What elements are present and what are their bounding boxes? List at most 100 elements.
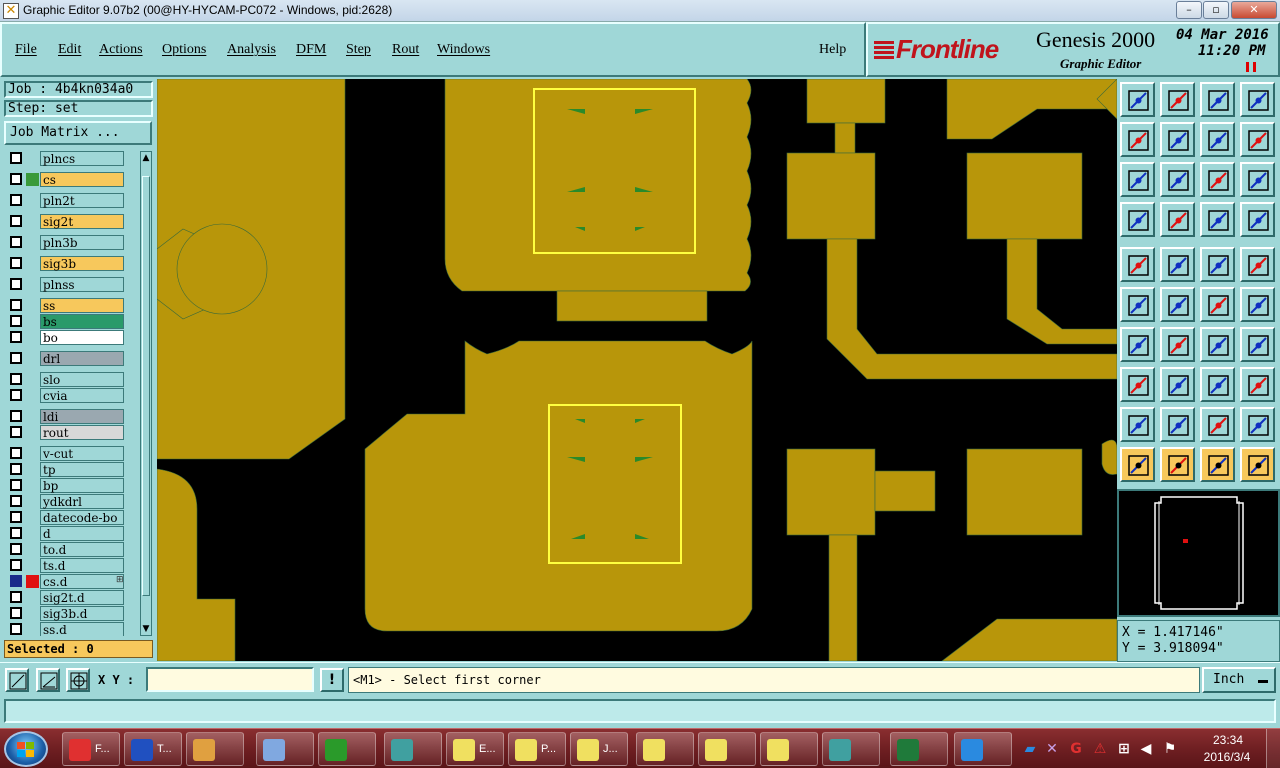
zoom-fit-tool[interactable]: [1120, 162, 1155, 197]
overview-map[interactable]: [1117, 489, 1280, 617]
grid-mode-button[interactable]: [66, 668, 90, 692]
layer-name[interactable]: slo: [40, 372, 124, 387]
filter-red-tool[interactable]: [1240, 202, 1275, 237]
layer-name[interactable]: ss.d: [40, 622, 124, 636]
layer-row-sig3b-d[interactable]: sig3b.d: [4, 606, 140, 621]
clock-date[interactable]: 2016/3/4: [1196, 750, 1258, 764]
zoom-in-tool[interactable]: [1160, 82, 1195, 117]
arch-tool[interactable]: [1200, 407, 1235, 442]
layer-checkbox[interactable]: [10, 410, 22, 422]
help-tool[interactable]: [1240, 162, 1275, 197]
taskbar-item[interactable]: [186, 732, 244, 766]
resize-tool[interactable]: [1200, 367, 1235, 402]
menu-dfm[interactable]: DFM: [296, 42, 326, 58]
layer-checkbox[interactable]: [10, 389, 22, 401]
snapshot-tool[interactable]: [1120, 247, 1155, 282]
line-tool[interactable]: [1120, 327, 1155, 362]
layer-row-ss-d[interactable]: ss.d: [4, 622, 140, 636]
select-circle-tool[interactable]: [1200, 447, 1235, 482]
taskbar-item[interactable]: [890, 732, 948, 766]
layer-row-ss[interactable]: ss: [4, 298, 140, 313]
filter-tool[interactable]: [1200, 202, 1235, 237]
network-icon[interactable]: ⊞: [1116, 741, 1132, 757]
taskbar-item[interactable]: [760, 732, 818, 766]
angle-tool[interactable]: [1240, 407, 1275, 442]
select-path-tool[interactable]: [1240, 447, 1275, 482]
layer-checkbox[interactable]: [10, 278, 22, 290]
menu-actions[interactable]: Actions: [99, 42, 143, 58]
zoom-center-tool[interactable]: [1160, 162, 1195, 197]
pad-edit-tool[interactable]: [1120, 367, 1155, 402]
menu-edit[interactable]: Edit: [58, 42, 81, 58]
layer-checkbox[interactable]: [10, 607, 22, 619]
undo-tool[interactable]: [1200, 122, 1235, 157]
frontline-tray-icon[interactable]: ▰: [1022, 741, 1038, 757]
layer-name[interactable]: ydkdrl: [40, 494, 124, 509]
graphic-canvas[interactable]: [157, 79, 1117, 661]
layer-name[interactable]: bp: [40, 478, 124, 493]
layer-checkbox[interactable]: [10, 463, 22, 475]
taskbar-item[interactable]: J...: [570, 732, 628, 766]
layer-row-sig2t[interactable]: sig2t: [4, 214, 140, 229]
layer-checkbox[interactable]: [10, 479, 22, 491]
ruler-tool[interactable]: [1120, 202, 1155, 237]
layer-checkbox[interactable]: [10, 215, 22, 227]
layer-checkbox[interactable]: [10, 559, 22, 571]
xy-input[interactable]: [146, 667, 314, 692]
layer-name[interactable]: sig3b.d: [40, 606, 124, 621]
layer-name[interactable]: rout: [40, 425, 124, 440]
select-arrow-tool[interactable]: [1120, 447, 1155, 482]
snap-mode-button[interactable]: [5, 668, 29, 692]
layer-checkbox[interactable]: [10, 447, 22, 459]
layer-row-rout[interactable]: rout: [4, 425, 140, 440]
layer-name[interactable]: bo: [40, 330, 124, 345]
layer-checkbox[interactable]: [10, 299, 22, 311]
layer-row-datecode-bo[interactable]: datecode-bo: [4, 510, 140, 525]
tray-warning-icon[interactable]: ⚠: [1092, 741, 1108, 757]
layer-checkbox[interactable]: [10, 426, 22, 438]
layer-name[interactable]: tp: [40, 462, 124, 477]
show-desktop-button[interactable]: [1266, 729, 1280, 768]
layer-row-pln2t[interactable]: pln2t: [4, 193, 140, 208]
arc-tool[interactable]: [1200, 327, 1235, 362]
menu-windows[interactable]: Windows: [437, 42, 490, 58]
layer-row-drl[interactable]: drl: [4, 351, 140, 366]
layer-row-v-cut[interactable]: v-cut: [4, 446, 140, 461]
layer-name[interactable]: ss: [40, 298, 124, 313]
units-dropdown[interactable]: Inch: [1202, 667, 1276, 693]
layer-name[interactable]: ldi: [40, 409, 124, 424]
window-title-bar[interactable]: ✕ Graphic Editor 9.07b2 (00@HY-HYCAM-PC0…: [0, 0, 1280, 22]
layer-name[interactable]: plncs: [40, 151, 124, 166]
menu-help[interactable]: Help: [819, 42, 846, 58]
taskbar-item[interactable]: [636, 732, 694, 766]
volume-icon[interactable]: ◀: [1138, 741, 1154, 757]
taskbar-item[interactable]: [698, 732, 756, 766]
ratio-tool[interactable]: [1200, 162, 1235, 197]
scroll-thumb[interactable]: [142, 176, 150, 596]
taskbar-item[interactable]: [822, 732, 880, 766]
layer-checkbox[interactable]: [10, 591, 22, 603]
layer-checkbox[interactable]: [10, 257, 22, 269]
menu-rout[interactable]: Rout: [392, 42, 419, 58]
layer-checkbox[interactable]: [10, 543, 22, 555]
taskbar-item[interactable]: [256, 732, 314, 766]
menu-analysis[interactable]: Analysis: [227, 42, 276, 58]
maximize-button[interactable]: ▫: [1203, 1, 1229, 19]
layer-name[interactable]: d: [40, 526, 124, 541]
layer-name[interactable]: cs.d: [40, 574, 124, 589]
layer-checkbox[interactable]: [10, 623, 22, 635]
flag-icon[interactable]: ⚑: [1162, 741, 1178, 757]
layer-checkbox[interactable]: [10, 495, 22, 507]
layer-checkbox[interactable]: [10, 352, 22, 364]
layer-row-plncs[interactable]: plncs: [4, 151, 140, 166]
move-tool[interactable]: [1200, 287, 1235, 322]
layer-name[interactable]: pln2t: [40, 193, 124, 208]
layer-checkbox[interactable]: [10, 152, 22, 164]
layer-checkbox[interactable]: [10, 315, 22, 327]
scroll-up-icon[interactable]: ▲: [141, 152, 151, 164]
taskbar-item[interactable]: T...: [124, 732, 182, 766]
layer-name[interactable]: bs: [40, 314, 124, 329]
layer-row-pln3b[interactable]: pln3b: [4, 235, 140, 250]
layer-checkbox[interactable]: [10, 527, 22, 539]
angle-mode-button[interactable]: [36, 668, 60, 692]
